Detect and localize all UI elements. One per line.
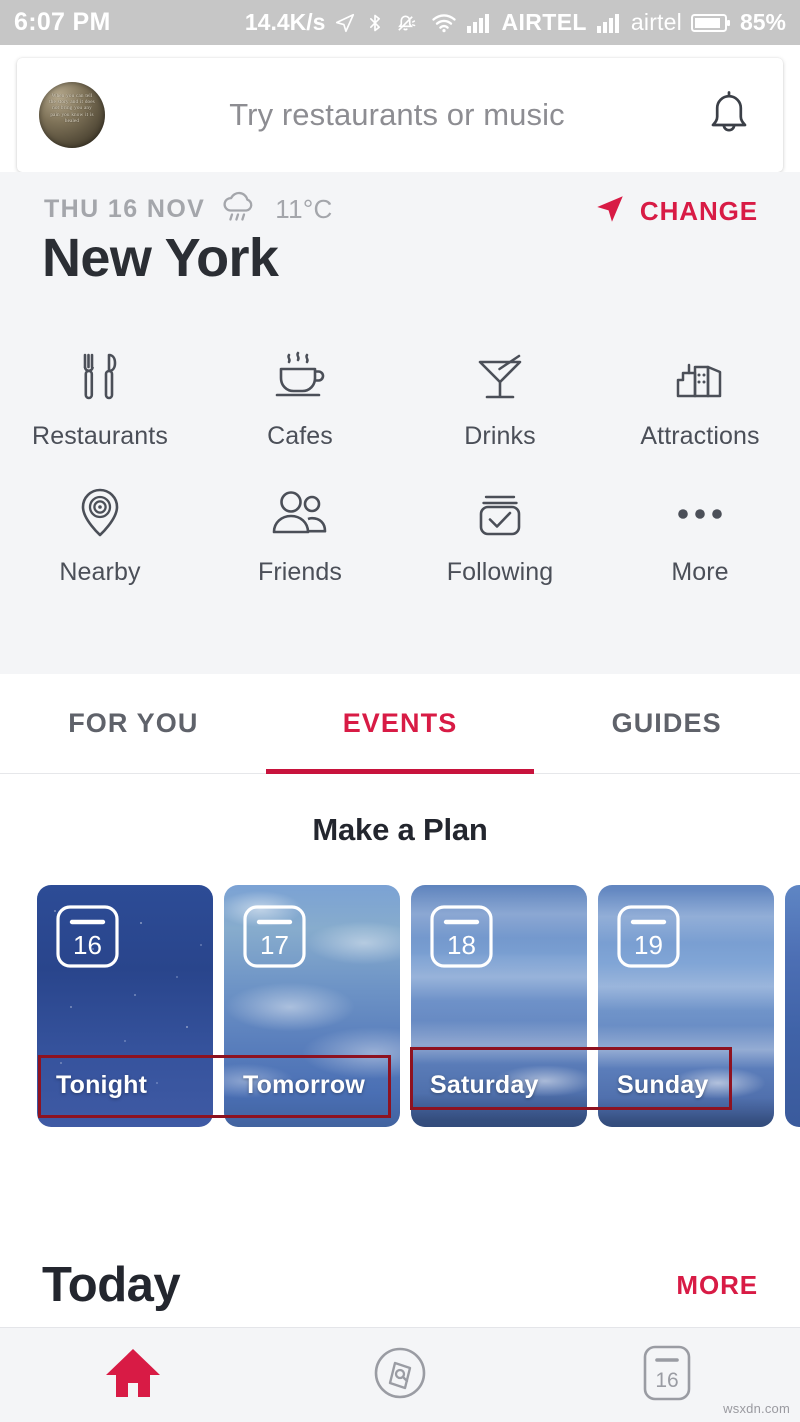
location-arrow-icon (334, 12, 356, 34)
location-header-section: THU 16 NOV 11°C New York CHANGE Restaura… (0, 172, 800, 674)
calendar-icon: 19 (617, 905, 680, 968)
avatar[interactable]: When you can tell the story and it does … (39, 82, 105, 148)
avatar-label: When you can tell the story and it does … (49, 93, 95, 124)
coffee-cup-icon (269, 347, 331, 409)
tab-for-you[interactable]: FOR YOU (0, 674, 267, 774)
buildings-icon (669, 347, 731, 409)
events-content: Make a Plan 16 Tonight 17 Tomorrow 18 Sa… (0, 775, 800, 1422)
quick-action-attractions[interactable]: Attractions (600, 347, 800, 451)
tab-label: GUIDES (611, 708, 722, 738)
day-card-sunday[interactable]: 19 Sunday (598, 885, 774, 1127)
quick-action-nearby[interactable]: Nearby (0, 483, 200, 587)
home-icon (102, 1345, 164, 1406)
day-card-tomorrow[interactable]: 17 Tomorrow (224, 885, 400, 1127)
navigation-arrow-icon (593, 192, 627, 231)
nav-item-home[interactable] (0, 1328, 267, 1422)
quick-action-label: Cafes (267, 422, 333, 450)
weather-row: THU 16 NOV 11°C (44, 189, 333, 230)
day-card-label: Tonight (56, 1071, 148, 1099)
quick-action-cafes[interactable]: Cafes (200, 347, 400, 451)
today-title: Today (42, 1258, 181, 1312)
status-bar-time: 6:07 PM (14, 8, 111, 36)
ellipsis-icon (669, 483, 731, 545)
today-section-header: Today MORE (0, 1235, 800, 1335)
bottom-navigation-bar: 16 (0, 1327, 800, 1422)
nav-item-explore[interactable] (267, 1328, 534, 1422)
quick-action-label: Following (446, 558, 554, 586)
make-a-plan-title: Make a Plan (312, 812, 488, 847)
tab-label: FOR YOU (68, 708, 199, 738)
notification-bell-icon[interactable] (703, 85, 755, 146)
status-bar: 6:07 PM 14.4K/s AIRTEL airtel 85% (0, 0, 800, 45)
today-more-button[interactable]: MORE (676, 1270, 758, 1301)
map-pin-target-icon (72, 483, 128, 545)
status-bar-network-speed: 14.4K/s (244, 9, 326, 35)
card-date-number: 16 (73, 930, 102, 960)
calendar-icon: 17 (243, 905, 306, 968)
quick-action-label: Attractions (640, 422, 760, 450)
quick-action-label: Restaurants (32, 422, 168, 450)
quick-action-label: Drinks (464, 422, 536, 450)
status-bar-carrier-2: airtel (630, 9, 682, 35)
quick-action-more[interactable]: More (600, 483, 800, 587)
day-cards-carousel[interactable]: 16 Tonight 17 Tomorrow 18 Saturday 19 Su… (0, 885, 800, 1127)
quick-action-label: Nearby (59, 558, 141, 586)
page-title: New York (42, 228, 279, 288)
calendar-16-icon: 16 (642, 1344, 692, 1407)
calendar-icon: 18 (430, 905, 493, 968)
rain-cloud-icon (219, 189, 261, 230)
tab-events[interactable]: EVENTS (267, 674, 534, 774)
card-date-number: 18 (447, 930, 476, 960)
battery-icon (690, 12, 731, 34)
quick-action-restaurants[interactable]: Restaurants (0, 347, 200, 451)
quick-action-drinks[interactable]: Drinks (400, 347, 600, 451)
change-location-button[interactable]: CHANGE (593, 192, 758, 231)
search-input[interactable]: Try restaurants or music (91, 97, 703, 133)
card-date-number: 17 (260, 930, 289, 960)
current-temperature: 11°C (275, 194, 333, 224)
change-location-label: CHANGE (639, 196, 758, 226)
tab-bar: FOR YOU EVENTS GUIDES (0, 674, 800, 774)
fork-knife-icon (71, 347, 129, 409)
signal-bars-icon (596, 12, 622, 34)
day-card-label: Saturday (430, 1071, 539, 1099)
notification-muted-icon (394, 11, 417, 34)
card-date-number: 19 (634, 930, 663, 960)
calendar-icon: 16 (56, 905, 119, 968)
signal-bars-icon (466, 12, 492, 34)
day-card-label: Sunday (617, 1071, 709, 1099)
day-card-label: Tomorrow (243, 1071, 365, 1099)
quick-actions-grid: Restaurants Cafes Drinks Attractions Nea… (0, 347, 800, 587)
watermark: wsxdn.com (723, 1401, 790, 1416)
explore-compass-icon (372, 1345, 428, 1406)
bluetooth-icon (365, 11, 385, 35)
wifi-icon (431, 12, 457, 34)
quick-action-label: More (671, 558, 729, 586)
app-screen: 6:07 PM 14.4K/s AIRTEL airtel 85% When y… (0, 0, 800, 1422)
status-bar-battery-percent: 85% (739, 9, 786, 35)
day-card-saturday[interactable]: 18 Saturday (411, 885, 587, 1127)
calendar-nav-date: 16 (655, 1369, 678, 1392)
quick-action-label: Friends (257, 558, 343, 586)
cocktail-glass-icon (471, 347, 529, 409)
day-card-tonight[interactable]: 16 Tonight (37, 885, 213, 1127)
current-date: THU 16 NOV (44, 195, 206, 223)
search-bar[interactable]: When you can tell the story and it does … (17, 58, 783, 172)
tab-label: EVENTS (342, 708, 458, 738)
tab-guides[interactable]: GUIDES (533, 674, 800, 774)
status-bar-carrier-1: AIRTEL (501, 9, 587, 35)
quick-action-friends[interactable]: Friends (200, 483, 400, 587)
people-icon (267, 483, 333, 545)
box-check-icon (471, 483, 529, 545)
day-card-next[interactable] (785, 885, 800, 1127)
card-background-image (785, 885, 800, 1127)
quick-action-following[interactable]: Following (400, 483, 600, 587)
